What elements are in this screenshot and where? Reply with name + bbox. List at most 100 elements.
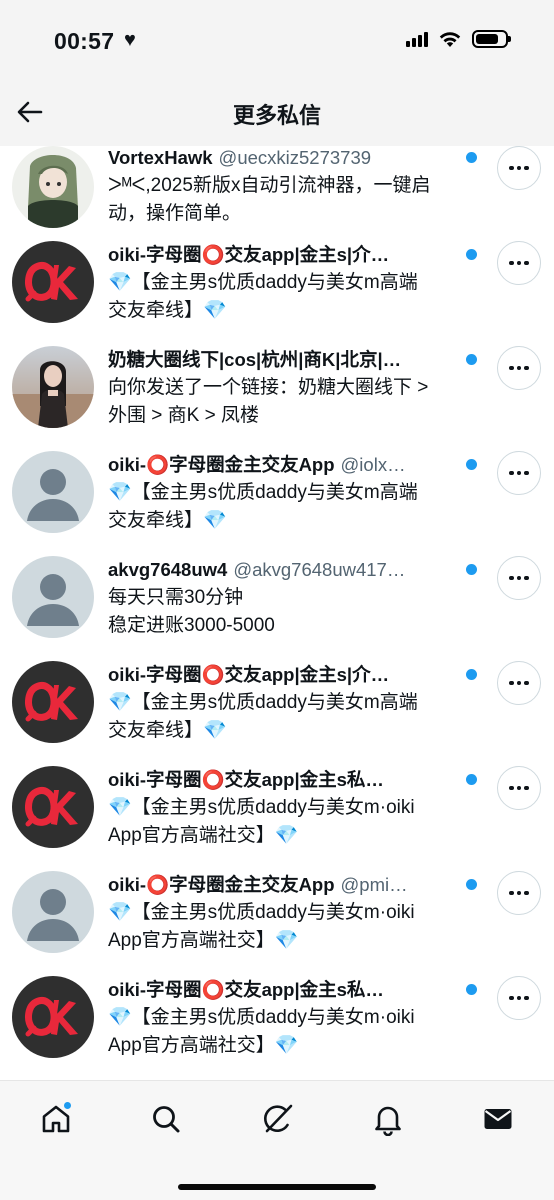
- more-dots-icon: [509, 995, 514, 1001]
- avatar[interactable]: [12, 346, 94, 428]
- conversation-row[interactable]: VortexHawk @uecxkiz5273739 ᐳᴹᐸ,2025新版x自动引流…: [0, 146, 554, 239]
- more-dots-icon: [524, 365, 529, 371]
- sender-name: oiki-字母圈⭕交友app|金主s私…: [108, 979, 384, 1000]
- avatar[interactable]: [12, 871, 94, 953]
- more-options-button[interactable]: [497, 451, 541, 495]
- conversation-header: oiki-字母圈⭕交友app|金主s私…: [108, 978, 460, 1002]
- message-preview: ᐳᴹᐸ,2025新版x自动引流神器，一键启 动，操作简单。: [108, 175, 431, 224]
- sender-handle: @iolx…: [340, 454, 406, 475]
- more-dots-icon: [509, 365, 514, 371]
- avatar[interactable]: [12, 766, 94, 848]
- conversation-header: oiki-字母圈⭕交友app|金主s|介…: [108, 663, 460, 687]
- more-options-button[interactable]: [497, 766, 541, 810]
- more-dots-icon: [524, 165, 529, 171]
- sender-name: oiki-⭕字母圈金主交友App: [108, 454, 335, 475]
- unread-dot: [466, 249, 477, 260]
- more-dots-icon: [524, 995, 529, 1001]
- conversation-row[interactable]: oiki-字母圈⭕交友app|金主s|介… 💎【金主男s优质daddy与美女m高端…: [0, 659, 554, 764]
- sender-name: oiki-字母圈⭕交友app|金主s私…: [108, 769, 384, 790]
- more-options-button[interactable]: [497, 976, 541, 1020]
- conversation-row[interactable]: oiki-⭕字母圈金主交友App @pmi… 💎【金主男s优质daddy与美女m·o…: [0, 869, 554, 974]
- conversation-row[interactable]: oiki-字母圈⭕交友app|金主s私… 💎【金主男s优质daddy与美女m·oi…: [0, 764, 554, 869]
- more-dots-icon: [516, 785, 522, 791]
- message-preview: 💎【金主男s优质daddy与美女m高端 交友牵线】💎: [108, 482, 418, 531]
- page-title: 更多私信: [232, 103, 321, 128]
- sender-name: oiki-⭕字母圈金主交友App: [108, 874, 335, 895]
- unread-dot: [466, 564, 477, 575]
- unread-dot: [466, 354, 477, 365]
- conversation-row[interactable]: oiki-字母圈⭕交友app|金主s|介… 💎【金主男s优质daddy与美女m高端…: [0, 239, 554, 344]
- tab-search[interactable]: [146, 1099, 186, 1139]
- sender-name: VortexHawk: [108, 147, 213, 168]
- message-preview: 每天只需30分钟 稳定进账3000-5000: [108, 587, 275, 636]
- more-options-button[interactable]: [497, 241, 541, 285]
- status-time: 00:57: [54, 28, 115, 54]
- status-bar: 00:57 ♥: [0, 0, 554, 80]
- message-preview: 💎【金主男s优质daddy与美女m·oiki App官方高端社交】💎: [108, 797, 415, 846]
- message-preview: 💎【金主男s优质daddy与美女m·oiki App官方高端社交】💎: [108, 902, 415, 951]
- avatar[interactable]: [12, 451, 94, 533]
- conversation-body: VortexHawk @uecxkiz5273739 ᐳᴹᐸ,2025新版x自动引流…: [108, 146, 460, 228]
- more-options-button[interactable]: [497, 556, 541, 600]
- conversation-row[interactable]: oiki-⭕字母圈金主交友App @iolx… 💎【金主男s优质daddy与美女m高…: [0, 449, 554, 554]
- conversation-body: oiki-字母圈⭕交友app|金主s|介… 💎【金主男s优质daddy与美女m高端…: [108, 243, 460, 325]
- conversation-body: oiki-字母圈⭕交友app|金主s私… 💎【金主男s优质daddy与美女m·oi…: [108, 978, 460, 1060]
- more-dots-icon: [516, 680, 522, 686]
- unread-dot: [466, 459, 477, 470]
- more-options-button[interactable]: [497, 661, 541, 705]
- more-dots-icon: [516, 890, 522, 896]
- more-dots-icon: [509, 470, 514, 476]
- tab-notifications[interactable]: [368, 1099, 408, 1139]
- conversation-row[interactable]: akvg7648uw4 @akvg7648uw417… 每天只需30分钟 稳定进账3…: [0, 554, 554, 659]
- message-preview: 向你发送了一个链接：奶糖大圈线下 > 外围 > 商K > 凤楼: [108, 377, 429, 426]
- unread-dot: [466, 152, 477, 163]
- sender-name: akvg7648uw4: [108, 559, 228, 580]
- more-dots-icon: [509, 680, 514, 686]
- conversation-header: VortexHawk @uecxkiz5273739: [108, 146, 460, 170]
- message-preview: 💎【金主男s优质daddy与美女m·oiki App官方高端社交】💎: [108, 1007, 415, 1056]
- conversation-body: oiki-⭕字母圈金主交友App @iolx… 💎【金主男s优质daddy与美女m高…: [108, 453, 460, 535]
- avatar[interactable]: [12, 661, 94, 743]
- more-dots-icon: [524, 890, 529, 896]
- conversation-header: 奶糖大圈线下|cos|杭州|商K|北京|…: [108, 348, 460, 372]
- status-indicators: [406, 30, 511, 48]
- conversation-header: oiki-⭕字母圈金主交友App @pmi…: [108, 873, 460, 897]
- more-dots-icon: [524, 785, 529, 791]
- cellular-signal-icon: [406, 31, 428, 47]
- avatar[interactable]: [12, 976, 94, 1058]
- more-dots-icon: [516, 470, 522, 476]
- conversation-row[interactable]: 奶糖大圈线下|cos|杭州|商K|北京|… 向你发送了一个链接：奶糖大圈线下 > …: [0, 344, 554, 449]
- home-indicator: [178, 1184, 376, 1190]
- avatar[interactable]: [12, 556, 94, 638]
- sender-handle: @akvg7648uw417…: [233, 559, 406, 580]
- battery-icon: [472, 30, 511, 48]
- unread-dot: [466, 984, 477, 995]
- header: 更多私信: [0, 80, 554, 146]
- more-dots-icon: [509, 785, 514, 791]
- conversation-body: akvg7648uw4 @akvg7648uw417… 每天只需30分钟 稳定进账3…: [108, 558, 460, 640]
- more-dots-icon: [516, 575, 522, 581]
- sender-name: oiki-字母圈⭕交友app|金主s|介…: [108, 664, 390, 685]
- conversation-row[interactable]: oiki-字母圈⭕交友app|金主s私… 💎【金主男s优质daddy与美女m·oi…: [0, 974, 554, 1079]
- conversation-header: oiki-⭕字母圈金主交友App @iolx…: [108, 453, 460, 477]
- conversation-header: akvg7648uw4 @akvg7648uw417…: [108, 558, 460, 582]
- tab-messages[interactable]: [478, 1099, 518, 1139]
- conversation-list: VortexHawk @uecxkiz5273739 ᐳᴹᐸ,2025新版x自动引流…: [0, 146, 554, 1080]
- more-options-button[interactable]: [497, 346, 541, 390]
- message-preview: 💎【金主男s优质daddy与美女m高端 交友牵线】💎: [108, 692, 418, 741]
- wifi-icon: [439, 32, 461, 47]
- tab-grok[interactable]: [258, 1099, 298, 1139]
- more-options-button[interactable]: [497, 146, 541, 190]
- more-dots-icon: [516, 365, 522, 371]
- heart-icon: ♥: [124, 29, 136, 51]
- tab-home[interactable]: [36, 1099, 76, 1139]
- avatar[interactable]: [12, 241, 94, 323]
- more-options-button[interactable]: [497, 871, 541, 915]
- avatar[interactable]: [12, 146, 94, 228]
- home-unread-dot: [63, 1101, 72, 1110]
- unread-dot: [466, 879, 477, 890]
- search-icon: [153, 1106, 180, 1133]
- notifications-bell-icon: [375, 1106, 401, 1136]
- conversation-header: oiki-字母圈⭕交友app|金主s|介…: [108, 243, 460, 267]
- message-preview: 💎【金主男s优质daddy与美女m高端 交友牵线】💎: [108, 272, 418, 321]
